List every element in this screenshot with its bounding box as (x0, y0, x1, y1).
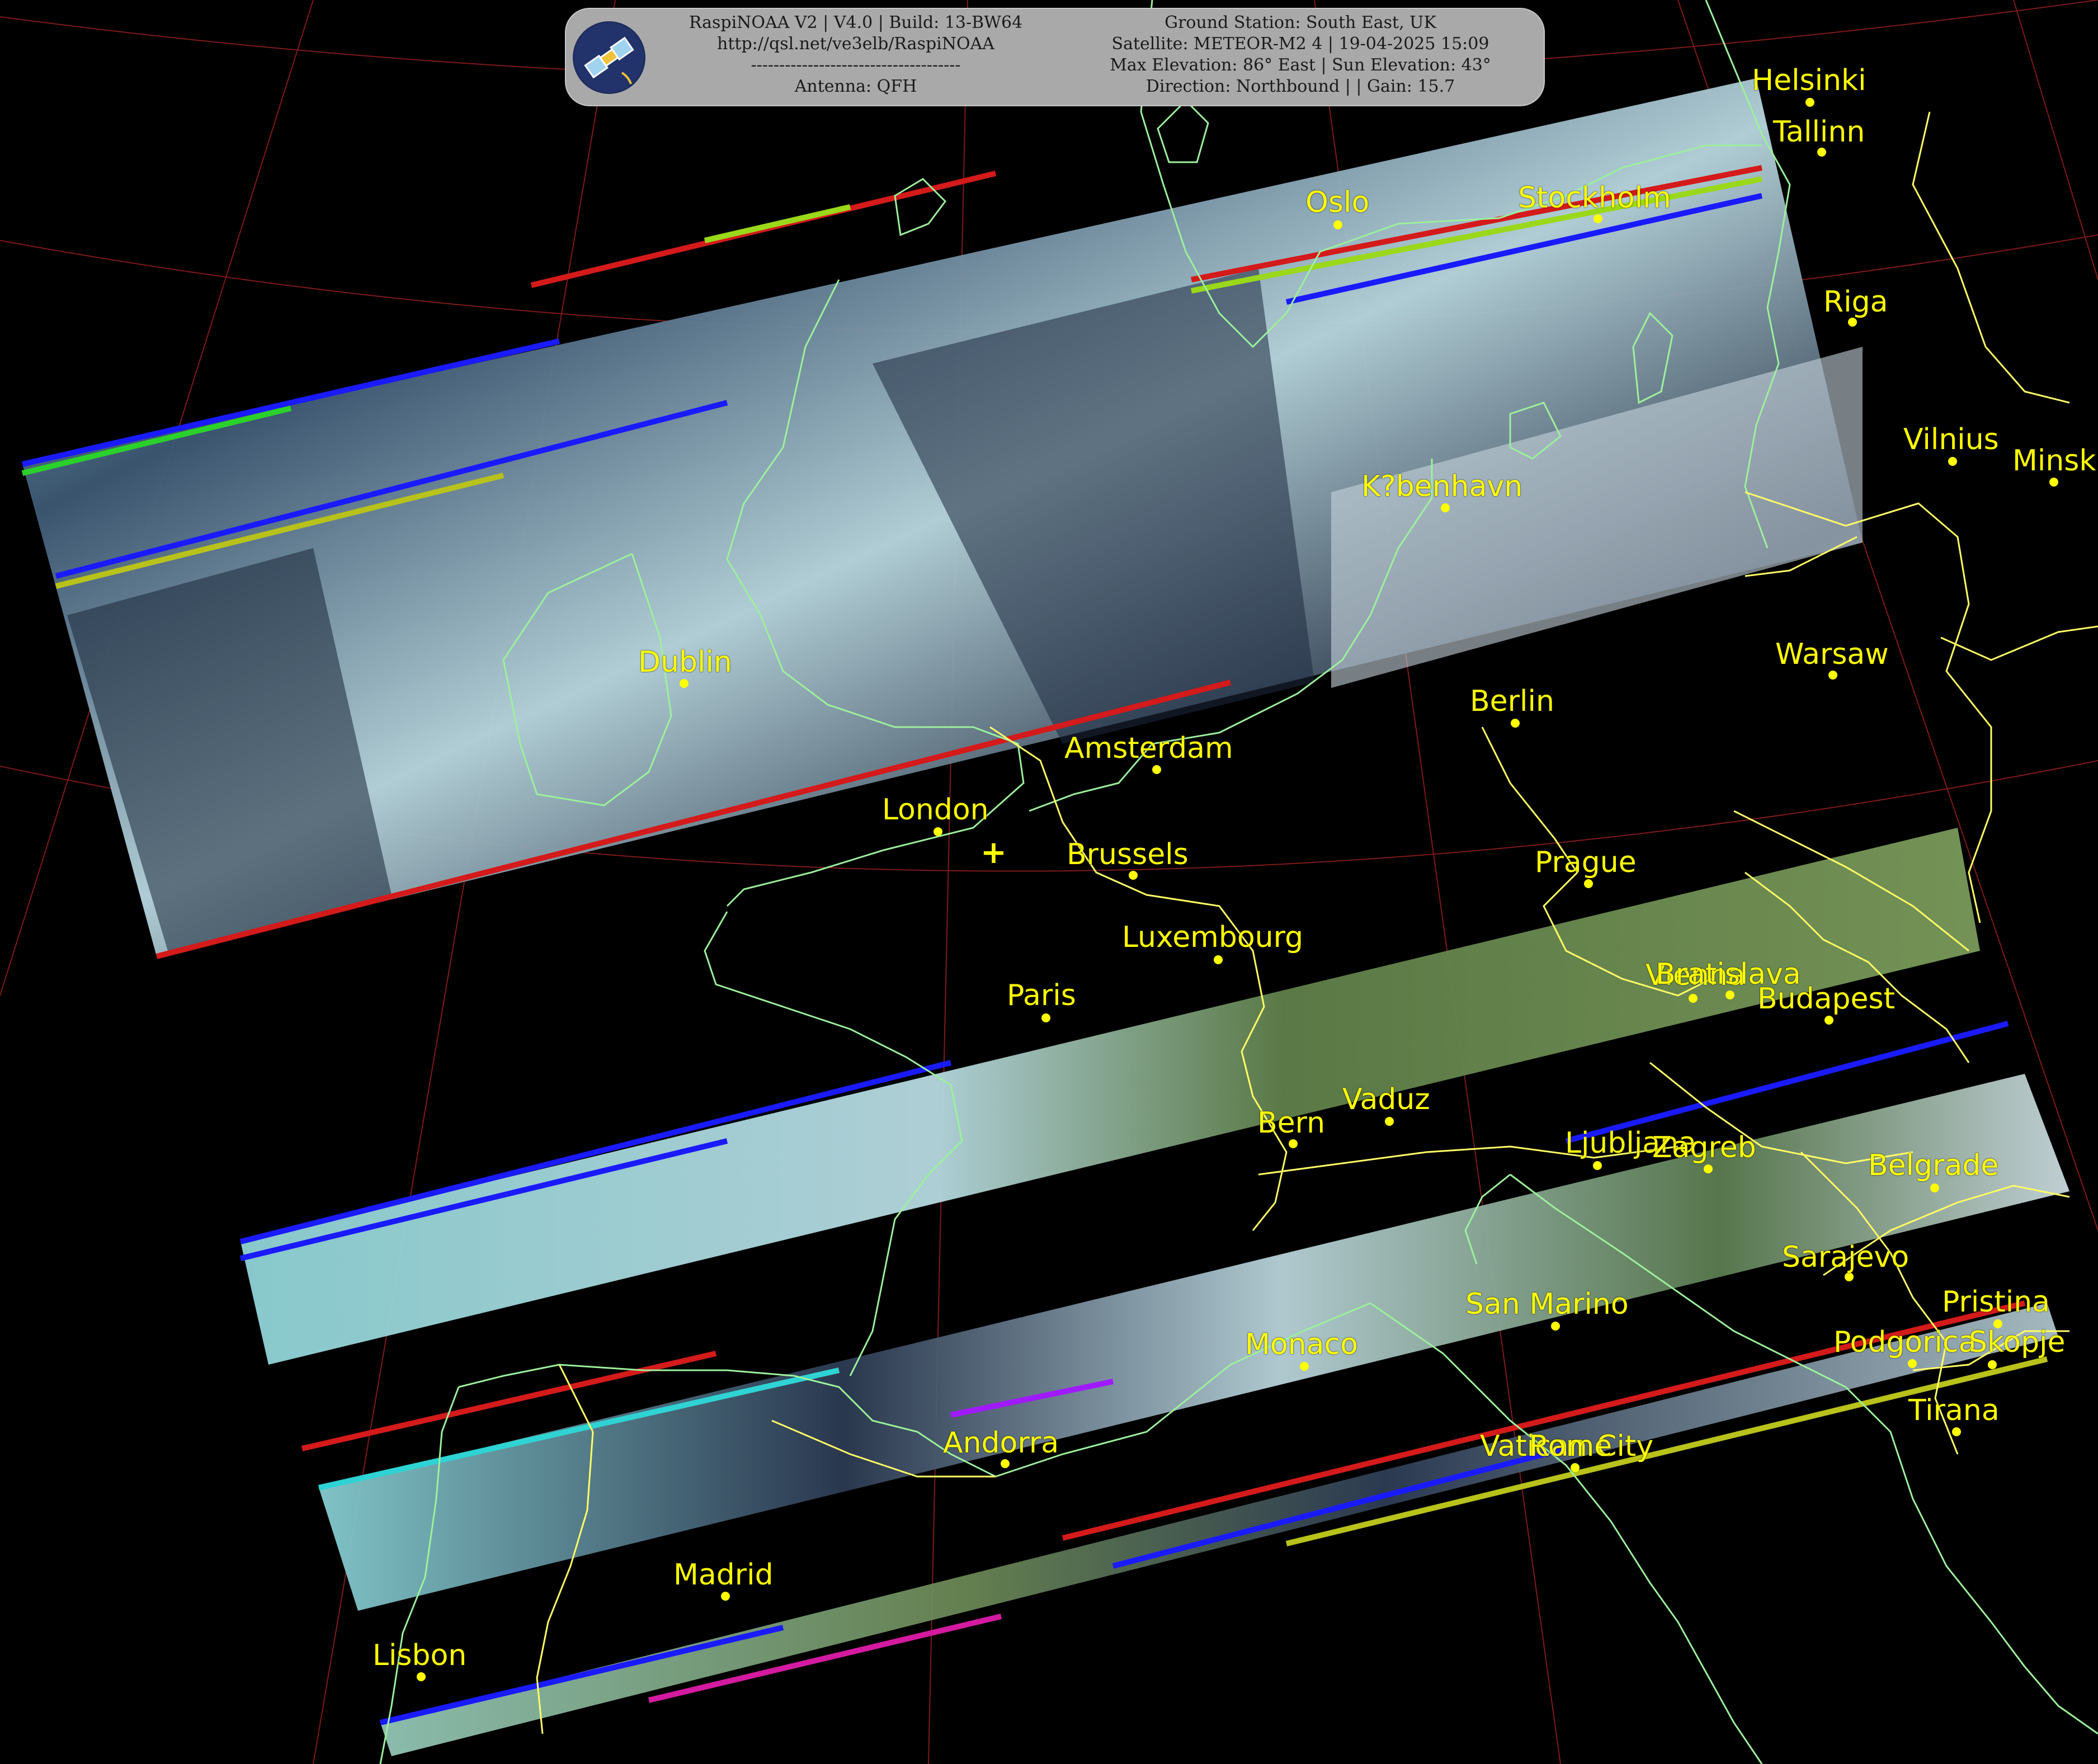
city-label-vaduz: Vaduz (1342, 1083, 1430, 1116)
satellite-swaths (22, 78, 2069, 1756)
satellite-map: + RaspiNOAA V2 | V4.0 | Build: 13-BW64 h… (0, 0, 2098, 1764)
city-label-madrid: Madrid (673, 1558, 774, 1592)
city-label-minsk: Minsk (2012, 444, 2096, 478)
city-label-rome: Rome (1529, 1430, 1613, 1463)
city-label-zagreb: Zagreb (1652, 1131, 1756, 1164)
city-label-tirana: Tirana (1908, 1394, 2000, 1427)
city-label-sarajevo: Sarajevo (1782, 1241, 1910, 1274)
city-label-monaco: Monaco (1245, 1328, 1358, 1361)
header-software-line: RaspiNOAA V2 | V4.0 | Build: 13-BW64 (689, 13, 1023, 32)
city-label-berlin: Berlin (1470, 685, 1554, 718)
city-label-warsaw: Warsaw (1775, 638, 1889, 671)
city-label-bern: Bern (1257, 1106, 1326, 1140)
city-label-andorra: Andorra (943, 1426, 1059, 1460)
city-label-oslo: Oslo (1305, 186, 1370, 219)
header-direction-line: Direction: Northbound | | Gain: 15.7 (1145, 77, 1455, 96)
city-label-prague: Prague (1535, 846, 1637, 879)
header-satellite-line: Satellite: METEOR-M2 4 | 19-04-2025 15:0… (1111, 34, 1489, 54)
city-label-riga: Riga (1823, 285, 1888, 319)
header-separator-line: ------------------------------------- (751, 55, 961, 75)
satellite-icon (573, 21, 645, 94)
city-label-tallinn: Tallinn (1773, 115, 1865, 149)
map-canvas (0, 0, 2098, 1764)
city-label-budapest: Budapest (1757, 982, 1895, 1016)
city-label-luxembourg: Luxembourg (1122, 921, 1304, 954)
city-label-pristina: Pristina (1942, 1285, 2050, 1319)
city-label-stockholm: Stockholm (1518, 181, 1671, 215)
city-label-helsinki: Helsinki (1752, 64, 1866, 97)
header-antenna-line: Antenna: QFH (794, 77, 917, 96)
header-right-info: Ground Station: South East, UK Satellite… (1063, 12, 1538, 97)
ground-station-marker: + (980, 834, 1007, 871)
header-ground-station-line: Ground Station: South East, UK (1164, 13, 1436, 32)
city-label-kobenhavn: K?benhavn (1361, 470, 1523, 503)
city-label-brussels: Brussels (1067, 838, 1189, 871)
city-label-belgrade: Belgrade (1868, 1149, 1999, 1182)
header-left-info: RaspiNOAA V2 | V4.0 | Build: 13-BW64 htt… (649, 12, 1063, 97)
city-label-dublin: Dublin (638, 645, 732, 679)
city-label-podgorica: Podgorica (1833, 1326, 1977, 1359)
city-label-amsterdam: Amsterdam (1064, 732, 1233, 765)
city-label-paris: Paris (1007, 979, 1076, 1012)
header-url-line: http://qsl.net/ve3elb/RaspiNOAA (717, 34, 994, 54)
city-label-san-marino: San Marino (1465, 1287, 1629, 1321)
city-label-vilnius: Vilnius (1903, 423, 1999, 456)
city-label-skopje: Skopje (1969, 1326, 2066, 1359)
city-label-london: London (882, 793, 989, 827)
header-elevation-line: Max Elevation: 86° East | Sun Elevation:… (1110, 55, 1491, 75)
city-label-lisbon: Lisbon (373, 1639, 467, 1672)
